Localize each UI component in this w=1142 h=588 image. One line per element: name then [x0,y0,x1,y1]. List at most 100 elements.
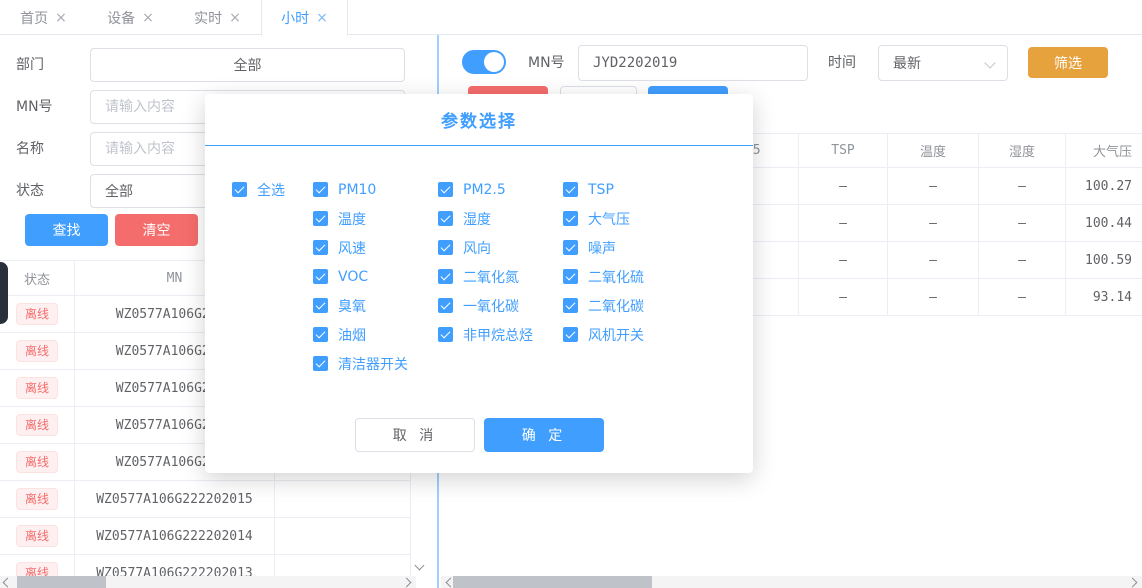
parameter-checkbox-item[interactable]: 噪声 [563,233,703,262]
mn-toggle[interactable] [462,50,506,74]
table-row[interactable]: 离线 WZ0577A106G222202015 [0,481,411,518]
scrollbar-thumb[interactable] [17,576,106,588]
parameter-checkbox-item[interactable]: TSP [563,175,703,204]
data-cell: 100.44 [1065,205,1142,241]
checkbox-checked-icon[interactable] [563,211,578,226]
close-icon[interactable]: × [316,11,328,25]
tab-4[interactable]: 小时 × [261,0,348,36]
dept-select[interactable] [90,48,405,82]
tab-1[interactable]: 首页 × [0,0,87,35]
time-label: 时间 [828,45,856,81]
toggle-knob [484,52,504,72]
parameter-checkbox-item[interactable]: 二氧化碳 [563,291,703,320]
tab-label: 设备 [107,8,135,28]
tab-label: 小时 [281,8,309,28]
search-button[interactable]: 查找 [25,214,108,246]
checkbox-checked-icon[interactable] [232,182,247,197]
status-cell: 离线 [0,333,75,369]
parameter-checkbox-item[interactable]: 二氧化氮 [438,262,563,291]
tab-2[interactable]: 设备 × [87,0,174,35]
time-select[interactable] [878,45,1008,81]
tab-3[interactable]: 实时 × [174,0,261,35]
confirm-button[interactable]: 确 定 [484,418,604,452]
parameter-checkbox-item[interactable]: VOC [313,262,438,291]
status-cell: 离线 [0,444,75,480]
left-horizontal-scrollbar[interactable] [0,576,416,588]
column-header-status: 状态 [0,261,75,295]
status-badge: 离线 [16,488,58,510]
edge-floating-widget[interactable] [0,262,8,324]
checkbox-checked-icon[interactable] [563,240,578,255]
scroll-right-icon[interactable] [1128,577,1138,587]
checkbox-checked-icon[interactable] [438,298,453,313]
status-badge: 离线 [16,377,58,399]
parameter-checkbox-item[interactable]: 风向 [438,233,563,262]
checkbox-checked-icon[interactable] [438,240,453,255]
table-row[interactable]: 离线 WZ0577A106G222202014 [0,518,411,555]
parameter-checkbox-item[interactable]: 全选 [232,175,313,204]
checkbox-checked-icon[interactable] [563,327,578,342]
checkbox-checked-icon[interactable] [438,182,453,197]
scrollbar-thumb[interactable] [453,576,652,588]
parameter-checkbox-item[interactable]: 风速 [313,233,438,262]
column-header: TSP [798,134,887,167]
parameter-checkbox-item[interactable]: 湿度 [438,204,563,233]
data-cell: – [798,279,887,315]
checkbox-checked-icon[interactable] [438,327,453,342]
parameter-dialog: 参数选择 全选PM10PM2.5TSP温度湿度大气压风速风向噪声VOC二氧化氮二… [205,94,753,473]
right-mn-label: MN号 [528,45,565,81]
close-icon[interactable]: × [55,11,67,25]
filter-button[interactable]: 筛选 [1028,47,1108,78]
data-cell: – [887,279,978,315]
parameter-checkbox-item[interactable]: 油烟 [313,320,438,349]
parameter-checkbox-item[interactable]: 一氧化碳 [438,291,563,320]
parameter-checkbox-item[interactable]: 风机开关 [563,320,703,349]
extra-cell [275,518,411,554]
checkbox-checked-icon[interactable] [313,182,328,197]
checkbox-checked-icon[interactable] [438,269,453,284]
close-icon[interactable]: × [142,11,154,25]
parameter-checkbox-item[interactable]: PM10 [313,175,438,204]
parameter-checkbox-item[interactable]: 清洁器开关 [313,349,438,378]
checkbox-checked-icon[interactable] [563,182,578,197]
checkbox-grid: 全选PM10PM2.5TSP 温度湿度大气压风速 风向 噪声 VOC二氧化氮 二氧化硫臭氧… [232,175,726,378]
checkbox-checked-icon[interactable] [313,327,328,342]
checkbox-label: 二氧化碳 [588,296,644,316]
checkbox-checked-icon[interactable] [313,269,328,284]
right-horizontal-scrollbar[interactable] [441,576,1142,588]
data-cell: – [978,205,1065,241]
checkbox-checked-icon[interactable] [313,298,328,313]
data-cell: 93.14 [1065,279,1142,315]
checkbox-checked-icon[interactable] [313,211,328,226]
data-cell: 100.59 [1065,242,1142,278]
parameter-checkbox-item[interactable]: PM2.5 [438,175,563,204]
parameter-checkbox-item[interactable]: 二氧化硫 [563,262,703,291]
parameter-checkbox-item[interactable]: 大气压 [563,204,703,233]
status-cell: 离线 [0,370,75,406]
parameter-checkbox-item[interactable]: 温度 [313,204,438,233]
close-icon[interactable]: × [229,11,241,25]
dept-label: 部门 [16,48,82,82]
status-cell: 离线 [0,407,75,443]
checkbox-label: 油烟 [338,325,366,345]
scroll-right-icon[interactable] [402,577,412,587]
checkbox-checked-icon[interactable] [563,269,578,284]
scroll-down-icon[interactable] [415,561,425,571]
checkbox-checked-icon[interactable] [563,298,578,313]
status-badge: 离线 [16,303,58,325]
checkbox-checked-icon[interactable] [313,240,328,255]
parameter-checkbox-item[interactable]: 臭氧 [313,291,438,320]
status-cell: 离线 [0,518,75,554]
checkbox-label: 风向 [463,238,491,258]
name-label: 名称 [16,132,82,166]
checkbox-checked-icon[interactable] [313,356,328,371]
grid-spacer [232,291,313,320]
grid-spacer [232,204,313,233]
clear-button[interactable]: 清空 [115,214,198,246]
right-mn-input[interactable] [578,45,808,81]
cancel-button[interactable]: 取 消 [355,418,475,452]
parameter-checkbox-item[interactable]: 非甲烷总烃 [438,320,563,349]
checkbox-checked-icon[interactable] [438,211,453,226]
scroll-left-icon[interactable] [3,577,13,587]
checkbox-label: 二氧化硫 [588,267,644,287]
